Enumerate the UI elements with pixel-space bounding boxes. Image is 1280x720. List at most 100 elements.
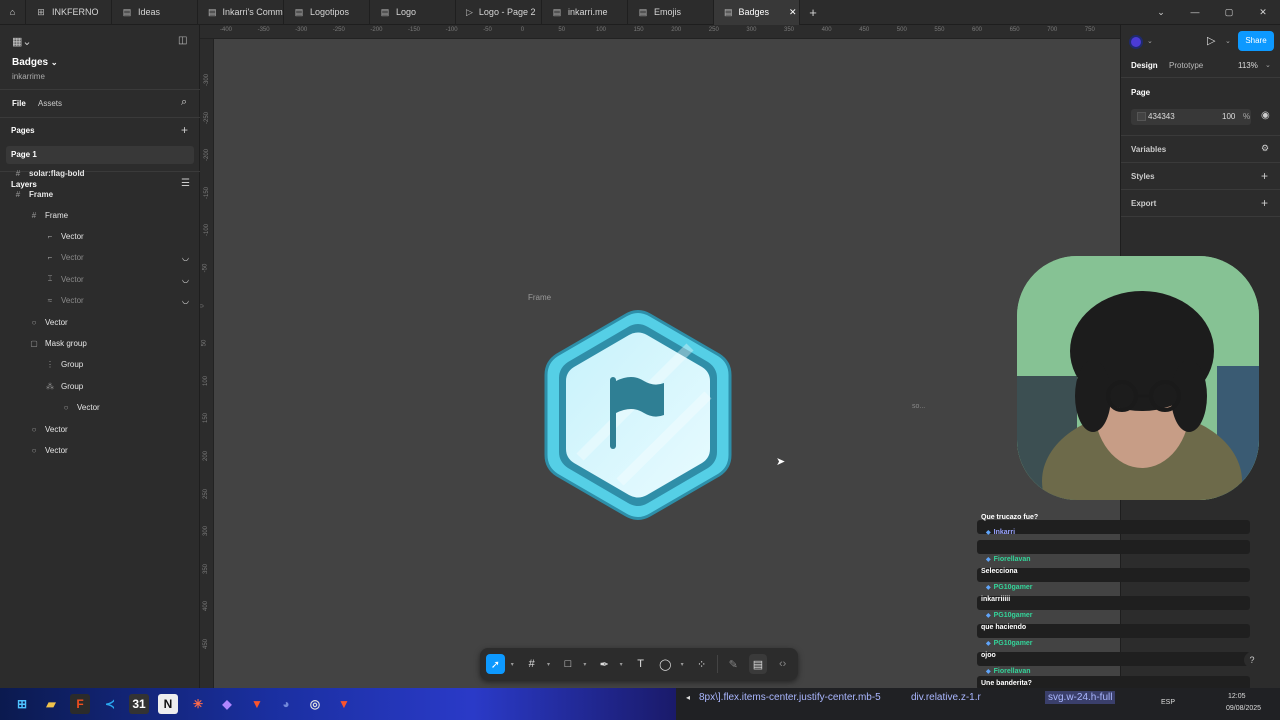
- color-swatch[interactable]: [1137, 112, 1146, 121]
- dev-mode-icon[interactable]: ‹›: [773, 654, 792, 674]
- file-icon: ▤: [724, 7, 733, 17]
- language-indicator[interactable]: ESP: [1161, 699, 1175, 706]
- minimize-icon[interactable]: —: [1178, 0, 1212, 25]
- sidebar-toggle-icon[interactable]: ◫: [178, 35, 187, 46]
- canvas[interactable]: Frame so... ➤: [214, 39, 1120, 688]
- pen-tool-icon[interactable]: ✒: [595, 654, 614, 674]
- chevron-down-icon[interactable]: ▾: [583, 661, 589, 668]
- layer-row[interactable]: ⋮ Group: [0, 354, 200, 374]
- tab-8[interactable]: ▤ Badges ✕: [714, 0, 800, 25]
- tab-design[interactable]: Design: [1131, 61, 1158, 70]
- notion-icon[interactable]: N: [158, 694, 178, 714]
- clock-time[interactable]: 12:05: [1228, 693, 1246, 700]
- maximize-icon[interactable]: ▢: [1212, 0, 1246, 25]
- comment-tool-icon[interactable]: ◯: [656, 654, 675, 674]
- clock-date[interactable]: 09/08/2025: [1226, 705, 1261, 712]
- new-tab-icon[interactable]: +: [800, 0, 826, 25]
- file-name[interactable]: Badges ⌄: [12, 57, 58, 68]
- tab-prototype[interactable]: Prototype: [1169, 61, 1203, 70]
- hidden-eye-icon[interactable]: ◡: [182, 296, 189, 305]
- hidden-eye-icon[interactable]: ◡: [182, 275, 189, 284]
- chevron-down-icon[interactable]: ▾: [620, 661, 626, 668]
- tab-7[interactable]: ▤ Emojis: [628, 0, 714, 25]
- layer-row[interactable]: ⁂ Group: [0, 376, 200, 396]
- tab-assets[interactable]: Assets: [38, 99, 62, 108]
- home-icon[interactable]: ⌂: [0, 0, 26, 25]
- vscode-icon[interactable]: ≺: [100, 694, 120, 714]
- tab-6[interactable]: ▤ inkarri.me: [542, 0, 628, 25]
- layer-row[interactable]: ○ Vector: [0, 419, 200, 439]
- layer-row[interactable]: ⌐ Vector ◡: [0, 247, 200, 267]
- avatar[interactable]: [1129, 35, 1143, 49]
- chevron-down-icon[interactable]: ⌄: [1147, 37, 1153, 45]
- chevron-down-icon[interactable]: ▾: [547, 661, 553, 668]
- tab-2[interactable]: ▤ Inkarri's Community: [198, 0, 284, 25]
- chevron-down-icon[interactable]: ⌄: [1265, 61, 1271, 69]
- layer-row[interactable]: ○ Vector: [0, 397, 200, 417]
- close-tab-icon[interactable]: ✕: [789, 7, 797, 18]
- devtools-crumb-selected[interactable]: svg.w-24.h-full: [1045, 691, 1116, 704]
- tab-0[interactable]: ⊞ INKFERNO: [26, 0, 112, 25]
- tab-file[interactable]: File: [12, 99, 26, 108]
- search-icon[interactable]: ⌕: [181, 96, 187, 109]
- devtools-crumb[interactable]: div.relative.z-1.r: [911, 692, 981, 703]
- page-color-value[interactable]: 434343: [1148, 112, 1175, 121]
- rectangle-tool-icon[interactable]: □: [559, 654, 578, 674]
- brave-icon[interactable]: ▼: [334, 694, 354, 714]
- discord-icon[interactable]: ◕: [276, 694, 296, 714]
- share-button[interactable]: Share: [1238, 31, 1274, 51]
- design-mode-icon[interactable]: ▤: [748, 654, 768, 674]
- layer-row[interactable]: ○ Vector: [0, 312, 200, 332]
- add-page-icon[interactable]: +: [181, 123, 188, 137]
- layer-row[interactable]: ≈ Vector ◡: [0, 290, 200, 310]
- move-tool-icon[interactable]: ➚: [486, 654, 505, 674]
- draw-mode-icon[interactable]: ✎: [724, 654, 743, 674]
- adjust-icon[interactable]: ⚙: [1261, 143, 1269, 154]
- chevron-down-icon[interactable]: ▾: [681, 661, 687, 668]
- obsidian-icon[interactable]: ◆: [217, 694, 237, 714]
- eye-icon[interactable]: ◉: [1261, 110, 1270, 121]
- chevron-down-icon[interactable]: ⌄: [1144, 0, 1178, 25]
- frame-label[interactable]: Frame: [528, 293, 551, 302]
- chat-message: que haciendo: [981, 624, 1027, 631]
- app-icon[interactable]: ✳: [188, 694, 208, 714]
- close-window-icon[interactable]: ✕: [1246, 0, 1280, 25]
- layer-row[interactable]: # Frame: [0, 205, 200, 225]
- tab-5[interactable]: ▷ Logo - Page 2: [456, 0, 542, 25]
- figma-menu-icon[interactable]: ▦⌄: [12, 35, 32, 48]
- add-export-icon[interactable]: +: [1261, 196, 1268, 210]
- zoom-level[interactable]: 113%: [1238, 61, 1258, 70]
- actions-icon[interactable]: ⁘: [692, 654, 711, 674]
- layer-row[interactable]: ⌐ Vector: [0, 226, 200, 246]
- obs-icon[interactable]: ◎: [305, 694, 325, 714]
- help-icon[interactable]: ?: [1244, 652, 1260, 668]
- calendar-icon[interactable]: 31: [129, 694, 149, 714]
- export-section[interactable]: Export: [1131, 199, 1156, 208]
- frame-tool-icon[interactable]: #: [522, 654, 541, 674]
- layer-row[interactable]: ▢ Mask group: [0, 333, 200, 353]
- brave-icon[interactable]: ▼: [247, 694, 267, 714]
- file-explorer-icon[interactable]: ▰: [41, 694, 61, 714]
- devtools-crumb[interactable]: 8px\].flex.items-center.justify-center.m…: [699, 692, 881, 703]
- text-tool-icon[interactable]: T: [631, 654, 650, 674]
- devtools-back-icon[interactable]: ◂: [686, 693, 690, 702]
- page-opacity-value[interactable]: 100: [1222, 112, 1235, 121]
- tab-1[interactable]: ▤ Ideas: [112, 0, 198, 25]
- tab-3[interactable]: ▤ Logotipos: [284, 0, 370, 25]
- variables-section[interactable]: Variables: [1131, 145, 1166, 154]
- present-icon[interactable]: ▷: [1207, 34, 1215, 47]
- windows-start-icon[interactable]: ⊞: [12, 694, 32, 714]
- chevron-down-icon[interactable]: ⌄: [1225, 37, 1231, 45]
- styles-section[interactable]: Styles: [1131, 172, 1155, 181]
- badge-artwork[interactable]: [540, 307, 736, 523]
- hidden-eye-icon[interactable]: ◡: [182, 253, 189, 262]
- tab-4[interactable]: ▤ Logo: [370, 0, 456, 25]
- layer-row[interactable]: ○ Vector: [0, 440, 200, 460]
- chevron-down-icon[interactable]: ▾: [511, 661, 517, 668]
- add-style-icon[interactable]: +: [1261, 169, 1268, 183]
- layer-row[interactable]: ⌶ Vector ◡: [0, 269, 200, 289]
- figma-icon[interactable]: F: [70, 694, 90, 714]
- page-item[interactable]: Page 1: [6, 146, 194, 164]
- layer-row[interactable]: # solar:flag-bold: [0, 163, 200, 183]
- layer-row[interactable]: # Frame: [0, 184, 200, 204]
